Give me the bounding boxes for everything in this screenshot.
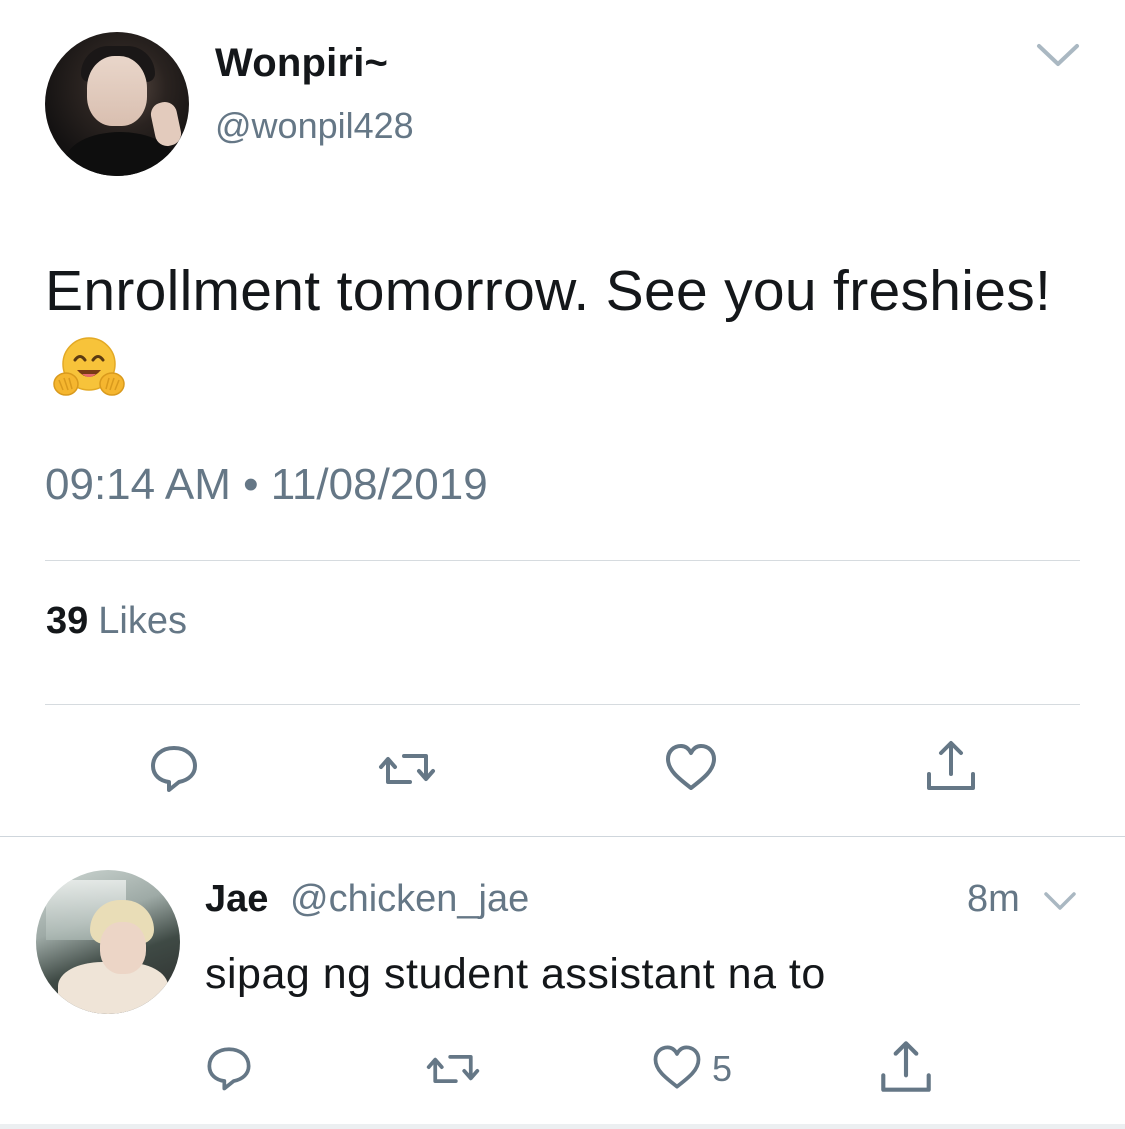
- divider: [0, 836, 1125, 837]
- tweet-timestamp: 09:14 AM • 11/08/2019: [45, 460, 488, 509]
- reply-icon[interactable]: [200, 1038, 258, 1096]
- divider: [45, 704, 1080, 705]
- author-avatar[interactable]: [45, 32, 189, 176]
- tweet-body: Enrollment tomorrow. See you freshies!: [45, 259, 1052, 323]
- reply-icon[interactable]: [143, 736, 205, 798]
- reply-text: sipag ng student assistant na to: [205, 950, 826, 998]
- share-icon[interactable]: [920, 734, 982, 796]
- chevron-down-icon[interactable]: [1033, 38, 1083, 72]
- reply-author-handle[interactable]: @chicken_jae: [290, 878, 529, 921]
- tweet-text: Enrollment tomorrow. See you freshies!: [45, 252, 1055, 408]
- retweet-icon[interactable]: [376, 738, 438, 800]
- reply-time: 8m: [967, 878, 1020, 920]
- share-icon[interactable]: [874, 1034, 938, 1098]
- author-display-name[interactable]: Wonpiri~: [215, 41, 388, 86]
- author-handle[interactable]: @wonpil428: [215, 105, 414, 147]
- reply-author-name[interactable]: Jae: [205, 878, 268, 921]
- likes-stat[interactable]: 39 Likes: [46, 600, 187, 643]
- like-icon[interactable]: [648, 1038, 706, 1096]
- like-icon[interactable]: [660, 736, 722, 798]
- reply-author-avatar[interactable]: [36, 870, 180, 1014]
- bottom-separator: [0, 1124, 1125, 1129]
- hugging-face-emoji-icon: [53, 334, 125, 400]
- reply-like-count: 5: [712, 1048, 733, 1089]
- likes-label: Likes: [98, 600, 187, 642]
- chevron-down-icon[interactable]: [1042, 888, 1078, 914]
- tweet-detail-page: Wonpiri~ @wonpil428 Enrollment tomorrow.…: [0, 0, 1125, 1129]
- retweet-icon[interactable]: [424, 1040, 482, 1098]
- divider: [45, 560, 1080, 561]
- likes-count: 39: [46, 600, 89, 642]
